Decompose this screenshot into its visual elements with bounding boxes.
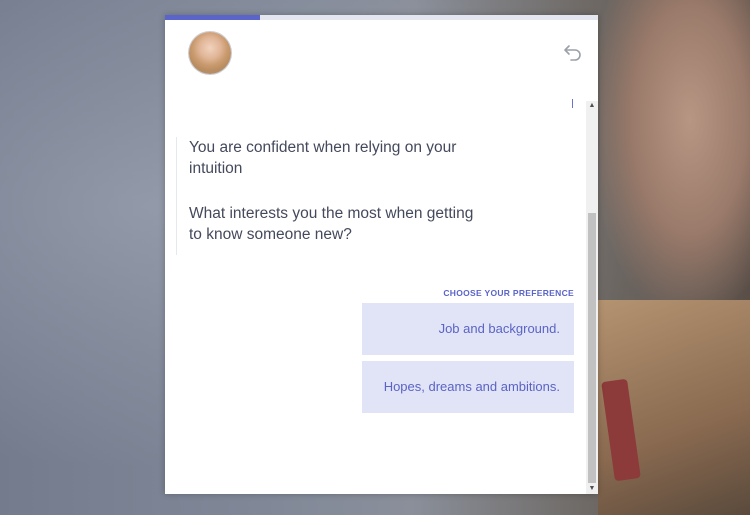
- preference-label: CHOOSE YOUR PREFERENCE: [443, 288, 574, 298]
- bot-question: What interests you the most when getting…: [189, 205, 474, 243]
- message-list: You are confident when relying on your i…: [189, 137, 489, 269]
- progress-fill: [165, 15, 261, 20]
- scroll-down-icon[interactable]: ▼: [586, 484, 598, 494]
- undo-icon[interactable]: [562, 43, 584, 63]
- progress-bar: [165, 15, 598, 20]
- background-photo-face: [600, 0, 750, 300]
- option-hopes-dreams-ambitions[interactable]: Hopes, dreams and ambitions.: [362, 361, 574, 413]
- typing-cursor: [572, 99, 573, 108]
- avatar: [189, 32, 231, 74]
- scroll-thumb[interactable]: [588, 213, 596, 483]
- bot-message: You are confident when relying on your i…: [189, 139, 457, 177]
- chat-panel: You are confident when relying on your i…: [165, 15, 598, 494]
- message-rule: [176, 137, 177, 255]
- option-job-and-background[interactable]: Job and background.: [362, 303, 574, 355]
- scroll-up-icon[interactable]: ▲: [586, 101, 598, 111]
- scrollbar[interactable]: ▲ ▼: [586, 101, 598, 494]
